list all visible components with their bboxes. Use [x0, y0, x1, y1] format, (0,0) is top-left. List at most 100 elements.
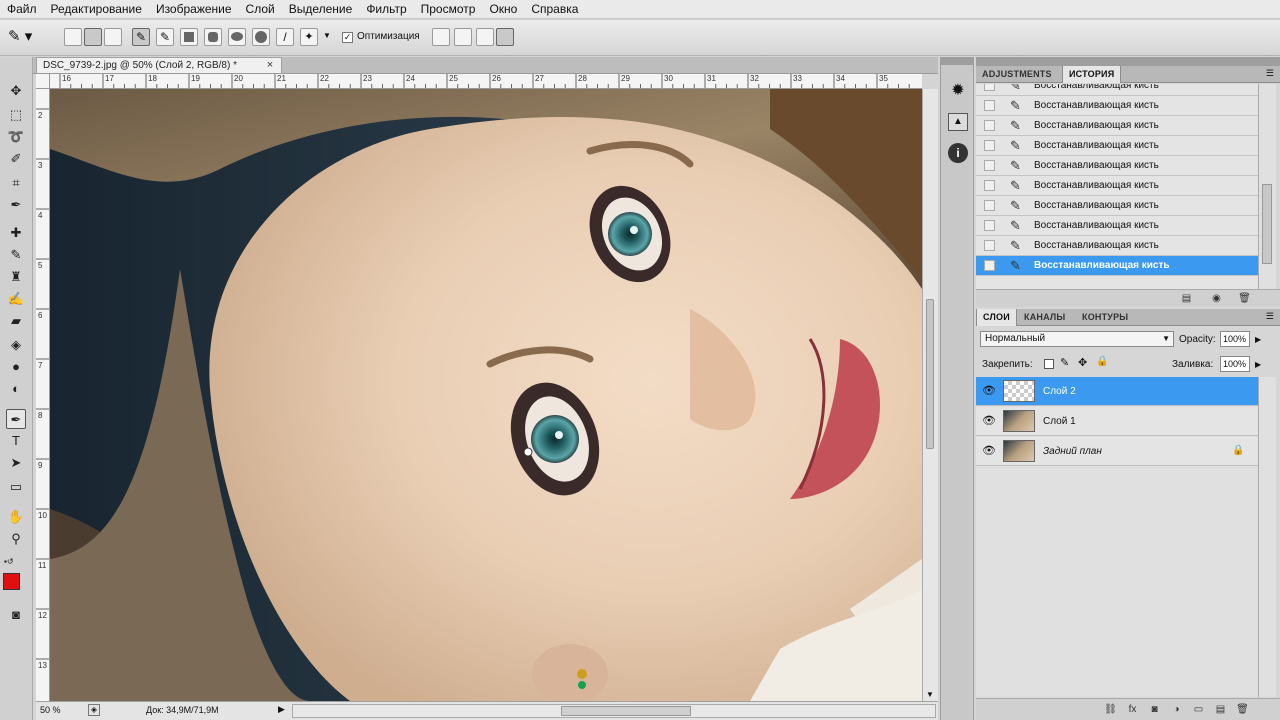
adjustments-icon[interactable]: ✹ — [948, 81, 968, 101]
eye-icon[interactable]: 👁 — [982, 414, 996, 428]
delete-layer-icon[interactable]: 🗑 — [1236, 703, 1249, 716]
history-source-checkbox[interactable] — [984, 100, 995, 111]
polygon-option[interactable] — [252, 28, 270, 46]
lock-pixels-icon[interactable]: ✎ — [1060, 356, 1069, 369]
blend-mode-select[interactable]: Нормальный ▼ — [980, 331, 1174, 347]
menu-image[interactable]: Изображение — [149, 0, 239, 19]
zoom-level[interactable]: 50 % — [40, 705, 61, 715]
move-tool-icon[interactable]: ✥ — [6, 81, 26, 101]
link-layers-icon[interactable]: ⛓ — [1104, 703, 1117, 716]
scrollbar-thumb[interactable] — [926, 299, 934, 449]
history-item[interactable]: ✎ Восстанавливающая кисть — [976, 196, 1258, 216]
history-source-checkbox[interactable] — [984, 160, 995, 171]
line-option[interactable]: / — [276, 28, 294, 46]
history-source-checkbox[interactable] — [984, 140, 995, 151]
history-scroll-thumb[interactable] — [1262, 184, 1272, 264]
menu-help[interactable]: Справка — [524, 0, 585, 19]
foreground-color-swatch[interactable] — [3, 573, 20, 590]
vertical-scrollbar[interactable]: ▼ — [922, 89, 938, 701]
history-item[interactable]: ✎ Восстанавливающая кисть — [976, 96, 1258, 116]
adjustment-layer-icon[interactable]: ◑ — [1170, 703, 1183, 716]
custom-shape-option[interactable]: ✦ — [300, 28, 318, 46]
quick-mask-icon[interactable]: ◙ — [6, 605, 26, 625]
image-canvas[interactable] — [50, 89, 922, 701]
menu-window[interactable]: Окно — [482, 0, 524, 19]
lasso-tool-icon[interactable]: ➰ — [6, 127, 26, 147]
path-exclude-button[interactable] — [496, 28, 514, 46]
lock-position-icon[interactable]: ✥ — [1078, 356, 1087, 369]
close-icon[interactable]: × — [263, 58, 277, 72]
history-source-checkbox[interactable] — [984, 180, 995, 191]
layer-name[interactable]: Слой 2 — [1043, 377, 1076, 406]
tab-channels[interactable]: КАНАЛЫ — [1018, 309, 1071, 326]
dodge-tool-icon[interactable]: ◐ — [6, 379, 26, 399]
layer-row-background[interactable]: 👁 Задний план 🔒 — [976, 437, 1258, 466]
eraser-tool-icon[interactable]: ▰ — [6, 311, 26, 331]
menu-select[interactable]: Выделение — [282, 0, 360, 19]
quick-select-tool-icon[interactable]: ✐ — [6, 149, 26, 169]
brush-tool-icon[interactable]: ✎ — [6, 245, 26, 265]
paths-button[interactable] — [84, 28, 102, 46]
lock-transparent-icon[interactable] — [1044, 359, 1054, 369]
new-document-from-state-icon[interactable]: ▤ — [1180, 292, 1193, 305]
freeform-pen-option[interactable]: ✎ — [156, 28, 174, 46]
rounded-rectangle-option[interactable] — [204, 28, 222, 46]
layer-row-layer-2[interactable]: 👁 Слой 2 — [976, 377, 1258, 406]
blur-tool-icon[interactable]: ● — [6, 357, 26, 377]
fill-pixels-button[interactable] — [104, 28, 122, 46]
menu-layer[interactable]: Слой — [239, 0, 282, 19]
status-menu-arrow-icon[interactable]: ▶ — [278, 704, 285, 715]
history-item[interactable]: ✎ Восстанавливающая кисть — [976, 84, 1258, 96]
history-item[interactable]: ✎ Восстанавливающая кисть — [976, 156, 1258, 176]
chevron-down-icon[interactable]: ▼ — [323, 31, 331, 40]
eyedropper-tool-icon[interactable]: ✒ — [6, 195, 26, 215]
history-source-checkbox[interactable] — [984, 84, 995, 91]
history-item[interactable]: ✎ Восстанавливающая кисть — [976, 176, 1258, 196]
history-item[interactable]: ✎ Восстанавливающая кисть — [976, 136, 1258, 156]
zoom-tool-icon[interactable]: ⚲ — [6, 529, 26, 549]
path-subtract-button[interactable] — [454, 28, 472, 46]
path-select-tool-icon[interactable]: ➤ — [6, 453, 26, 473]
panel-menu-icon[interactable]: ☰ — [1266, 68, 1274, 79]
history-source-checkbox[interactable] — [984, 260, 995, 271]
history-item[interactable]: ✎ Восстанавливающая кисть — [976, 216, 1258, 236]
history-brush-tool-icon[interactable]: ✍ — [6, 289, 26, 309]
rectangle-tool-icon[interactable]: ▭ — [6, 477, 26, 497]
history-item[interactable]: ✎ Восстанавливающая кисть — [976, 236, 1258, 256]
layer-name[interactable]: Задний план — [1043, 437, 1102, 466]
menu-filter[interactable]: Фильтр — [359, 0, 413, 19]
layers-menu-icon[interactable]: ☰ — [1266, 311, 1274, 322]
path-intersect-button[interactable] — [476, 28, 494, 46]
panel-top-bar[interactable] — [976, 57, 1280, 66]
history-source-checkbox[interactable] — [984, 220, 995, 231]
scroll-down-arrow-icon[interactable]: ▼ — [926, 690, 934, 699]
status-info-icon[interactable]: ◈ — [88, 704, 100, 716]
history-scrollbar[interactable] — [1258, 84, 1276, 289]
document-tab[interactable]: DSC_9739-2.jpg @ 50% (Слой 2, RGB/8) * — [36, 57, 282, 73]
opacity-field[interactable]: 100% — [1220, 331, 1250, 347]
history-source-checkbox[interactable] — [984, 120, 995, 131]
history-item[interactable]: ✎ Восстанавливающая кисть — [976, 116, 1258, 136]
menu-file[interactable]: Файл — [0, 0, 44, 19]
pen-tool-icon[interactable]: ✒ — [6, 409, 26, 429]
image-panel-icon[interactable]: ▲ — [948, 113, 968, 131]
panel-collapse-button[interactable] — [941, 57, 974, 65]
layer-name[interactable]: Слой 1 — [1043, 407, 1076, 436]
tab-history[interactable]: ИСТОРИЯ — [1062, 66, 1122, 83]
fill-field[interactable]: 100% — [1220, 356, 1250, 372]
lock-all-icon[interactable]: 🔒 — [1096, 356, 1108, 367]
eye-icon[interactable]: 👁 — [982, 444, 996, 458]
history-source-checkbox[interactable] — [984, 200, 995, 211]
pen-tool-option[interactable]: ✎ — [132, 28, 150, 46]
type-tool-icon[interactable]: T — [6, 431, 26, 451]
optimize-checkbox[interactable]: ✓ — [342, 32, 353, 43]
new-layer-icon[interactable]: ▤ — [1214, 703, 1227, 716]
horizontal-scrollbar[interactable] — [292, 704, 936, 718]
crop-tool-icon[interactable]: ⌗ — [6, 173, 26, 193]
horizontal-scroll-thumb[interactable] — [561, 706, 691, 716]
trash-icon[interactable]: 🗑 — [1238, 292, 1251, 305]
info-icon[interactable]: i — [948, 143, 968, 163]
marquee-tool-icon[interactable]: ⬚ — [6, 105, 26, 125]
opacity-arrow-icon[interactable]: ▶ — [1255, 335, 1261, 344]
snapshot-icon[interactable]: ◉ — [1210, 292, 1223, 305]
